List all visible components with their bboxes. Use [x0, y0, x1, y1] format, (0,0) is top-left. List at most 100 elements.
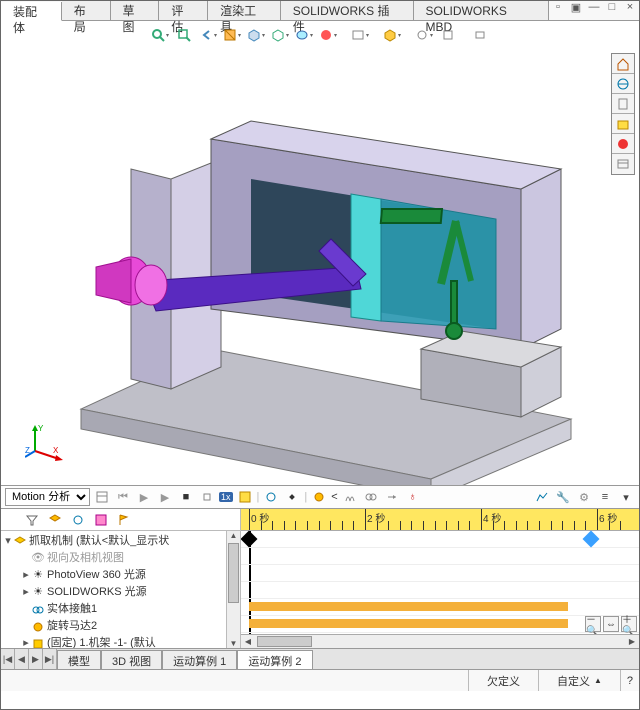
- view-key-icon[interactable]: [68, 511, 88, 529]
- settings-icon[interactable]: ⚙: [575, 488, 593, 506]
- tree-item[interactable]: SOLIDWORKS 光源: [47, 584, 147, 601]
- view-settings-icon[interactable]: [470, 25, 490, 45]
- sun-icon: ☀: [31, 569, 45, 583]
- ribbon-tab-render[interactable]: 渲染工具: [208, 1, 281, 20]
- file-explorer-icon[interactable]: [612, 114, 634, 134]
- wrench-icon[interactable]: 🔧: [554, 488, 572, 506]
- zoom-fit-icon[interactable]: ⇔: [603, 616, 619, 632]
- addkey-icon[interactable]: [283, 488, 301, 506]
- gravity-icon[interactable]: ♁: [404, 488, 422, 506]
- restore-down-icon[interactable]: ▫: [549, 1, 567, 20]
- tab-model[interactable]: 模型: [57, 650, 101, 669]
- motor-icon[interactable]: [310, 488, 328, 506]
- tab-next-icon[interactable]: ▶: [29, 649, 43, 669]
- svg-text:Y: Y: [38, 424, 44, 433]
- stop-icon[interactable]: ■: [177, 488, 195, 506]
- design-library-icon[interactable]: [612, 94, 634, 114]
- tab-first-icon[interactable]: |◀: [1, 649, 15, 669]
- motion-type-select[interactable]: Motion 分析: [5, 488, 90, 506]
- minimize-icon[interactable]: —: [585, 1, 603, 20]
- timeline-ruler[interactable]: 0 秒2 秒4 秒6 秒: [241, 509, 639, 531]
- display-style-icon[interactable]: [270, 25, 290, 45]
- tree-item[interactable]: PhotoView 360 光源: [47, 567, 146, 584]
- flag-icon[interactable]: [114, 511, 134, 529]
- calculate-icon[interactable]: [93, 488, 111, 506]
- status-help-icon[interactable]: ?: [620, 670, 639, 691]
- play-icon[interactable]: ▶: [135, 488, 153, 506]
- zoom-out-icon[interactable]: －🔍: [585, 616, 601, 632]
- ribbon-tabs: 装配体 布局 草图 评估 渲染工具 SOLIDWORKS 插件 SOLIDWOR…: [1, 1, 639, 21]
- ribbon-tab-evaluate[interactable]: 评估: [159, 1, 208, 20]
- motion-panel: ▾抓取机制 (默认<默认_显示状 👁视向及相机视图 ▸☀PhotoView 36…: [1, 509, 639, 649]
- ribbon-tab-layout[interactable]: 布局: [62, 1, 111, 20]
- feature-tree-pane: ▾抓取机制 (默认<默认_显示状 👁视向及相机视图 ▸☀PhotoView 36…: [1, 509, 241, 648]
- hide-show-icon[interactable]: [294, 25, 314, 45]
- close-panel-icon[interactable]: ▾: [617, 488, 635, 506]
- filter-icon[interactable]: [22, 511, 42, 529]
- close-icon[interactable]: ×: [621, 1, 639, 20]
- spring-icon[interactable]: [341, 488, 359, 506]
- zoom-fit-icon[interactable]: [150, 25, 170, 45]
- render-cube-icon[interactable]: [382, 25, 402, 45]
- motor-icon: [31, 620, 45, 634]
- tree-item[interactable]: 视向及相机视图: [47, 550, 124, 567]
- timeline-zoom-controls: －🔍 ⇔ ＋🔍: [585, 616, 637, 632]
- step-fwd-icon[interactable]: ▶: [156, 488, 174, 506]
- appearances-icon[interactable]: [612, 134, 634, 154]
- collapse-icon[interactable]: ≡: [596, 488, 614, 506]
- tab-motion-1[interactable]: 运动算例 1: [162, 650, 237, 669]
- previous-view-icon[interactable]: [198, 25, 218, 45]
- ribbon-tab-plugins[interactable]: SOLIDWORKS 插件: [281, 1, 414, 20]
- ribbon-tab-sketch[interactable]: 草图: [111, 1, 160, 20]
- view-orientation-icon[interactable]: [246, 25, 266, 45]
- feature-tree[interactable]: ▾抓取机制 (默认<默认_显示状 👁视向及相机视图 ▸☀PhotoView 36…: [1, 531, 240, 648]
- step-back-icon[interactable]: ⏮: [114, 488, 132, 506]
- tab-3dview[interactable]: 3D 视图: [101, 650, 162, 669]
- playback-speed[interactable]: 1x: [219, 492, 233, 502]
- part-icon: [31, 637, 45, 649]
- autokey-icon[interactable]: [262, 488, 280, 506]
- tab-last-icon[interactable]: ▶|: [43, 649, 57, 669]
- tab-prev-icon[interactable]: ◀: [15, 649, 29, 669]
- eye-icon: 👁: [31, 552, 45, 566]
- apply-scene-icon[interactable]: [438, 25, 458, 45]
- tree-root[interactable]: 抓取机制 (默认<默认_显示状: [29, 533, 169, 550]
- status-definition: 欠定义: [468, 670, 538, 691]
- viewport[interactable]: Y X Z: [1, 49, 639, 485]
- zoom-in-icon[interactable]: ＋🔍: [621, 616, 637, 632]
- properties-icon[interactable]: [612, 154, 634, 174]
- section-view-icon[interactable]: [222, 25, 242, 45]
- tree-item[interactable]: 旋转马达2: [47, 618, 97, 635]
- appearance-icon[interactable]: [318, 25, 338, 45]
- viewport-toolbar: [1, 21, 639, 49]
- orientation-key-icon[interactable]: [45, 511, 65, 529]
- resources-icon[interactable]: [612, 74, 634, 94]
- ribbon-tab-assembly[interactable]: 装配体: [1, 2, 62, 21]
- ribbon-tab-mbd[interactable]: SOLIDWORKS MBD: [414, 1, 549, 20]
- timeline-tracks[interactable]: [241, 531, 639, 648]
- zoom-area-icon[interactable]: [174, 25, 194, 45]
- scene-icon[interactable]: [350, 25, 370, 45]
- force-icon[interactable]: [383, 488, 401, 506]
- results-icon[interactable]: [533, 488, 551, 506]
- origin-triad: Y X Z: [25, 421, 65, 461]
- tree-item[interactable]: 实体接触1: [47, 601, 97, 618]
- contact-icon[interactable]: [362, 488, 380, 506]
- save-animation-icon[interactable]: [236, 488, 254, 506]
- maximize-icon[interactable]: □: [603, 1, 621, 20]
- tree-item[interactable]: (固定) 1.机架 -1- (默认: [47, 635, 156, 648]
- timeline-hscroll[interactable]: ◀ ▶: [241, 634, 639, 648]
- contact-icon: [31, 603, 45, 617]
- home-icon[interactable]: [612, 54, 634, 74]
- disable-play-icon[interactable]: [91, 511, 111, 529]
- svg-text:X: X: [53, 446, 59, 455]
- tab-motion-2[interactable]: 运动算例 2: [237, 650, 312, 669]
- expand-icon[interactable]: ▣: [567, 1, 585, 20]
- tree-scrollbar[interactable]: [226, 531, 240, 648]
- model-render: [1, 49, 640, 485]
- timeline-pane: 0 秒2 秒4 秒6 秒 －🔍 ⇔ ＋🔍 ◀ ▶: [241, 509, 639, 648]
- loop-icon[interactable]: [198, 488, 216, 506]
- edit-appearance-icon[interactable]: [414, 25, 434, 45]
- status-custom[interactable]: 自定义 ▲: [538, 670, 620, 691]
- assembly-icon: [13, 535, 27, 549]
